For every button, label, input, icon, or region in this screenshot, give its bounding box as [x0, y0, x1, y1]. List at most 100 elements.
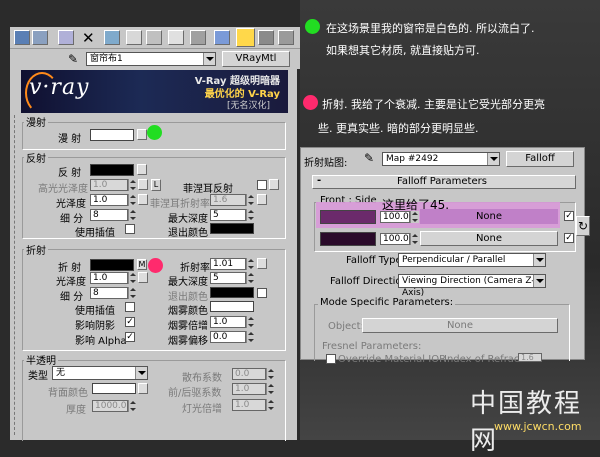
back-color-map-button[interactable] — [138, 383, 148, 394]
green-marker-dot — [147, 125, 162, 140]
refr-gloss-map-button[interactable] — [138, 272, 148, 283]
object-picker-button[interactable]: None — [362, 318, 558, 333]
override-ior-checkbox[interactable] — [326, 354, 336, 364]
falloff-row1-spinner[interactable] — [410, 211, 419, 223]
put-material-icon[interactable] — [32, 30, 48, 45]
put-library-icon[interactable] — [126, 30, 142, 45]
refl-gloss-map-button[interactable] — [138, 194, 148, 205]
falloff-color2-swatch[interactable] — [320, 232, 376, 246]
fog-bias-spinner[interactable] — [246, 331, 255, 343]
map-type-button[interactable]: Falloff — [506, 151, 574, 167]
fresnel-ior-param-field[interactable]: 1.6 — [518, 353, 542, 362]
fog-color-swatch[interactable] — [210, 301, 254, 312]
show-map-icon[interactable] — [168, 30, 184, 45]
back-color-swatch[interactable] — [92, 383, 136, 394]
refr-exit-color-checkbox[interactable] — [257, 288, 267, 298]
falloff-color1-swatch[interactable] — [320, 210, 376, 224]
refl-gloss-field[interactable]: 1.0 — [90, 194, 128, 206]
effects-channel-icon[interactable] — [146, 30, 162, 45]
fog-bias-field[interactable]: 0.0 — [210, 331, 246, 343]
assign-material-icon[interactable] — [58, 30, 74, 45]
diffuse-map-button[interactable] — [137, 129, 147, 140]
falloff-row2-map-button[interactable]: None — [420, 231, 558, 246]
ior-field[interactable]: 1.01 — [210, 258, 246, 270]
fwd-bck-spinner[interactable] — [266, 383, 275, 395]
refr-subdiv-spinner[interactable] — [128, 287, 137, 299]
refr-subdiv-field[interactable]: 8 — [90, 287, 128, 299]
translucency-type-dropdown[interactable]: 无 — [52, 366, 148, 380]
falloff-dir-dropdown[interactable]: Viewing Direction (Camera Z-Axis) — [398, 274, 546, 298]
scatter-coeff-spinner[interactable] — [266, 368, 275, 380]
refl-max-depth-field[interactable]: 5 — [210, 209, 246, 221]
thickness-spinner[interactable] — [128, 400, 137, 412]
hilight-gloss-field[interactable]: 1.0 — [90, 179, 128, 191]
falloff-row1-field[interactable]: 100.0 — [380, 211, 410, 223]
fwd-bck-field[interactable]: 1.0 — [232, 383, 266, 395]
refl-subdiv-field[interactable]: 8 — [90, 209, 128, 221]
refr-interp-label: 使用插值 — [75, 306, 115, 317]
go-parent-icon[interactable] — [214, 30, 230, 45]
hilight-gloss-map-button[interactable] — [138, 179, 148, 190]
rollout-marker — [14, 115, 19, 435]
scatter-coeff-field[interactable]: 0.0 — [232, 368, 266, 380]
fresnel-ior-map-button[interactable] — [257, 194, 267, 205]
thickness-field[interactable]: 1000.0 — [92, 400, 128, 412]
material-name-dropdown[interactable]: 窗帘布1 — [86, 52, 216, 66]
material-type-button[interactable]: VRayMtl — [222, 51, 290, 67]
fog-mult-field[interactable]: 1.0 — [210, 316, 246, 328]
hilight-gloss-spinner[interactable] — [128, 179, 137, 191]
falloff-row2-spinner[interactable] — [410, 233, 419, 245]
refract-color-swatch[interactable] — [90, 259, 134, 271]
refr-interp-checkbox[interactable] — [125, 302, 135, 312]
fresnel-ior-spinner[interactable] — [246, 194, 255, 206]
refr-gloss-field[interactable]: 1.0 — [90, 272, 128, 284]
material-navigator-icon[interactable] — [258, 30, 274, 45]
refr-max-depth-label: 最大深度 — [168, 277, 208, 288]
ior-map-button[interactable] — [257, 258, 267, 269]
refr-max-depth-spinner[interactable] — [246, 272, 255, 284]
hilight-lock-button[interactable]: L — [151, 179, 161, 191]
map-name-dropdown[interactable]: Map #2492 — [382, 152, 500, 166]
fog-color-label: 烟雾颜色 — [168, 306, 208, 317]
affect-shadows-checkbox[interactable]: ✓ — [125, 317, 135, 327]
refract-map-button[interactable]: M — [137, 259, 147, 270]
chevron-down-icon — [533, 275, 545, 287]
show-end-result-icon[interactable] — [190, 30, 206, 45]
eyedropper-icon[interactable]: ✎ — [68, 52, 78, 66]
refl-subdiv-spinner[interactable] — [128, 209, 137, 221]
refl-max-depth-spinner[interactable] — [246, 209, 255, 221]
refr-exit-color-swatch[interactable] — [210, 287, 254, 298]
falloff-row2-field[interactable]: 100.0 — [380, 233, 410, 245]
make-unique-icon[interactable] — [104, 30, 120, 45]
falloff-row2-checkbox[interactable]: ✓ — [564, 233, 574, 243]
falloff-type-dropdown[interactable]: Perpendicular / Parallel — [398, 253, 546, 267]
fresnel-ior-field[interactable]: 1.6 — [210, 194, 246, 206]
scatter-coeff-label: 散布系数 — [182, 373, 222, 384]
select-by-material-icon[interactable] — [278, 30, 294, 45]
light-mult-field[interactable]: 1.0 — [232, 399, 266, 411]
affect-alpha-checkbox[interactable]: ✓ — [125, 332, 135, 342]
map-eyedropper-icon[interactable]: ✎ — [364, 151, 374, 165]
refr-gloss-spinner[interactable] — [128, 272, 137, 284]
delete-icon[interactable]: ✕ — [82, 29, 95, 47]
refl-gloss-spinner[interactable] — [128, 194, 137, 206]
get-material-icon[interactable] — [14, 30, 30, 45]
fresnel-checkbox[interactable] — [257, 180, 267, 190]
top-toolbar: ✕ — [10, 27, 300, 49]
refl-exit-color-swatch[interactable] — [210, 223, 254, 234]
refr-max-depth-field[interactable]: 5 — [210, 272, 246, 284]
go-sibling-icon[interactable] — [236, 28, 255, 47]
refr-exit-color-label: 退出颜色 — [168, 292, 208, 303]
diffuse-color-swatch[interactable] — [90, 129, 134, 141]
fresnel-lock-button[interactable] — [269, 179, 279, 190]
swap-colors-button[interactable]: ↻ — [576, 216, 590, 236]
rollout-header[interactable]: - Falloff Parameters — [312, 175, 576, 189]
reflect-map-button[interactable] — [137, 164, 147, 175]
falloff-row1-checkbox[interactable]: ✓ — [564, 211, 574, 221]
refl-interp-checkbox[interactable] — [125, 224, 135, 234]
fog-mult-spinner[interactable] — [246, 316, 255, 328]
reflect-color-swatch[interactable] — [90, 164, 134, 176]
ior-spinner[interactable] — [246, 258, 255, 270]
light-mult-spinner[interactable] — [266, 399, 275, 411]
falloff-row1-map-button[interactable]: None — [420, 209, 558, 224]
